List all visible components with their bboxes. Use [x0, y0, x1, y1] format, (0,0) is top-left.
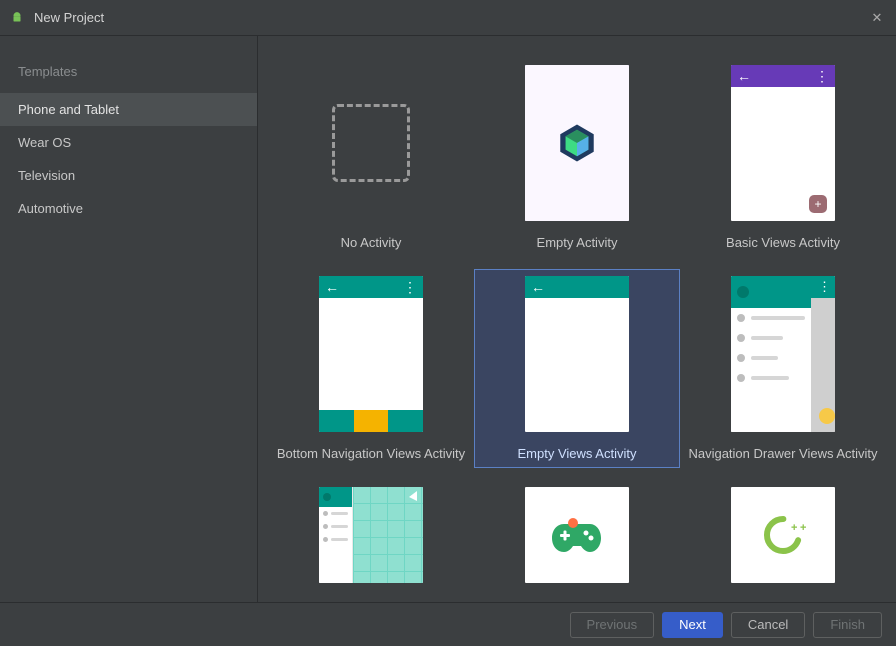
template-game-activity[interactable]: Game Activity (C++)	[474, 480, 680, 602]
back-arrow-icon: ←	[325, 280, 339, 294]
thumbnail	[319, 65, 423, 221]
appbar: ← ⋮	[731, 65, 835, 87]
back-arrow-icon: ←	[531, 280, 545, 294]
fab-icon: +	[809, 195, 827, 213]
template-empty-activity[interactable]: ← Empty Activity	[474, 58, 680, 257]
thumbnail	[319, 487, 423, 583]
back-arrow-icon: ←	[737, 69, 751, 83]
template-basic-views[interactable]: ← ⋮ + Basic Views Activity	[680, 58, 886, 257]
gamepad-icon	[552, 518, 602, 552]
thumbnail: ← ⋮	[319, 276, 423, 432]
fab-icon	[819, 408, 835, 424]
template-bottom-navigation[interactable]: ← ⋮ Bottom Navigation Views Activity	[268, 269, 474, 468]
thumbnail: ←	[525, 65, 629, 221]
svg-text:+: +	[800, 522, 806, 534]
main-area: Templates Phone and Tablet Wear OS Telev…	[0, 36, 896, 602]
thumbnail	[525, 487, 629, 583]
sidebar-item-television[interactable]: Television	[0, 159, 257, 192]
previous-button[interactable]: Previous	[570, 612, 655, 638]
sidebar-heading: Templates	[0, 54, 257, 93]
overflow-menu-icon: ⋮	[818, 279, 831, 295]
nav-drawer-icon	[731, 276, 811, 432]
template-label: Empty Views Activity	[518, 446, 637, 461]
bottom-nav-bar	[319, 410, 423, 432]
sidebar-item-label: Wear OS	[18, 135, 71, 150]
thumbnail: ← ⋮ +	[731, 65, 835, 221]
sidebar-item-label: Television	[18, 168, 75, 183]
close-icon[interactable]: ✕	[868, 10, 886, 26]
window-title: New Project	[34, 10, 104, 25]
compose-logo-icon	[555, 121, 599, 165]
overflow-menu-icon: ⋮	[403, 279, 417, 296]
template-label: Navigation Drawer Views Activity	[688, 446, 877, 461]
sidebar-item-label: Phone and Tablet	[18, 102, 119, 117]
sidebar: Templates Phone and Tablet Wear OS Telev…	[0, 36, 258, 602]
template-gallery: No Activity ← Emp	[258, 36, 896, 602]
template-empty-views[interactable]: ← Empty Views Activity	[474, 269, 680, 468]
overflow-menu-icon: ⋮	[815, 68, 829, 85]
footer-buttons: Previous Next Cancel Finish	[0, 602, 896, 646]
sidebar-item-automotive[interactable]: Automotive	[0, 192, 257, 225]
sidebar-item-wear-os[interactable]: Wear OS	[0, 126, 257, 159]
template-label: Empty Activity	[537, 235, 618, 250]
finish-button[interactable]: Finish	[813, 612, 882, 638]
titlebar: New Project ✕	[0, 0, 896, 36]
thumbnail: + +	[731, 487, 835, 583]
appbar: ← ⋮	[319, 276, 423, 298]
sidebar-item-label: Automotive	[18, 201, 83, 216]
template-no-activity[interactable]: No Activity	[268, 58, 474, 257]
cpp-icon: + +	[753, 515, 813, 555]
cancel-button[interactable]: Cancel	[731, 612, 805, 638]
svg-text:+: +	[791, 522, 797, 534]
thumbnail: ←	[525, 276, 629, 432]
thumbnail: ⋮	[731, 276, 835, 432]
dashed-placeholder-icon	[332, 104, 410, 182]
sidebar-item-phone-tablet[interactable]: Phone and Tablet	[0, 93, 257, 126]
template-label: No Activity	[341, 235, 402, 250]
arrow-diagonal-icon	[353, 487, 423, 583]
template-label: Basic Views Activity	[726, 235, 840, 250]
template-responsive-views[interactable]: Responsive Views Activity	[268, 480, 474, 602]
template-label: Bottom Navigation Views Activity	[277, 446, 465, 461]
android-studio-icon	[10, 11, 24, 25]
appbar: ←	[525, 276, 629, 298]
next-button[interactable]: Next	[662, 612, 723, 638]
template-navigation-drawer[interactable]: ⋮ Navigation Drawer Views Activity	[680, 269, 886, 468]
template-native-cpp[interactable]: + + Native C++	[680, 480, 886, 602]
